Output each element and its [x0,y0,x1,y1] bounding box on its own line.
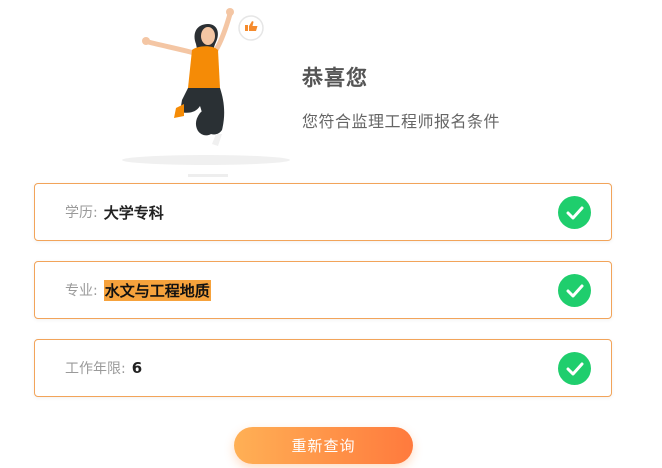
jumping-celebration-illustration [118,4,298,182]
work-years-card: 工作年限: 6 [34,339,612,397]
education-label: 学历: [65,205,98,221]
result-title: 恭喜您 [302,66,368,90]
work-years-value: 6 [131,359,143,377]
check-circle-icon [558,274,591,307]
major-card: 专业: 水文与工程地质 [34,261,612,319]
check-circle-icon [558,196,591,229]
check-circle-icon [558,352,591,385]
major-value: 水文与工程地质 [103,279,211,301]
education-value: 大学专科 [103,203,164,222]
education-card: 学历: 大学专科 [34,183,612,241]
major-label: 专业: [65,283,98,299]
eligibility-result-page: 恭喜您 您符合监理工程师报名条件 学历: 大学专科 专业: 水文与工程地质 工作… [0,0,662,468]
work-years-label: 工作年限: [65,361,126,377]
result-subtitle: 您符合监理工程师报名条件 [302,112,501,131]
thumbs-up-icon [238,15,264,41]
result-headline: 恭喜您 您符合监理工程师报名条件 [302,62,500,132]
requery-button[interactable]: 重新查询 [234,427,413,464]
